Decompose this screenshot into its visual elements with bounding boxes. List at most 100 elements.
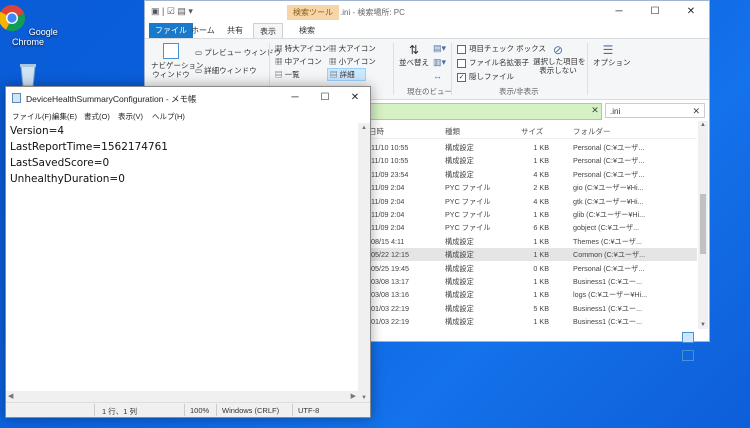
- file-date: /01/03 22:19: [369, 317, 409, 327]
- close-button[interactable]: ✕: [340, 87, 370, 109]
- column-date[interactable]: 日時: [369, 126, 384, 137]
- maximize-button[interactable]: ☐: [310, 87, 340, 109]
- scroll-right-icon[interactable]: ▶: [351, 392, 356, 400]
- checkbox[interactable]: [457, 58, 466, 68]
- file-row[interactable]: /11/10 10:55 構成設定 1 KB Personal (C:¥ユーザ...: [367, 141, 697, 154]
- scrollbar-thumb[interactable]: [700, 194, 706, 254]
- quick-access-toolbar[interactable]: ▣ | ☑ ▤ ▾: [151, 6, 193, 17]
- tab-home[interactable]: ホーム: [185, 23, 221, 38]
- file-row[interactable]: /01/03 22:19 構成設定 5 KB Business1 (C:¥ユー...: [367, 302, 697, 315]
- column-folder[interactable]: フォルダー: [573, 126, 611, 137]
- layout-list-label: 一覧: [284, 70, 300, 79]
- file-date: /11/09 2:04: [369, 210, 405, 219]
- close-button[interactable]: ✕: [673, 1, 709, 23]
- tab-view[interactable]: 表示: [253, 23, 283, 39]
- minimize-button[interactable]: ─: [601, 1, 637, 23]
- sort-icon: ⇅: [408, 43, 420, 57]
- address-bar[interactable]: [367, 103, 602, 120]
- layout-extra-large[interactable]: ▦ 特大アイコン: [275, 43, 329, 54]
- checkbox-checked[interactable]: ✓: [457, 72, 466, 82]
- file-extensions-toggle[interactable]: ファイル名拡張子: [457, 57, 529, 68]
- status-position: 1 行、1 列: [102, 407, 138, 416]
- scroll-left-icon[interactable]: ◀: [8, 392, 13, 400]
- file-row[interactable]: /01/03 22:19 構成設定 1 KB Business1 (C:¥ユー...: [367, 315, 697, 328]
- file-row[interactable]: /05/22 12:15 構成設定 1 KB Common (C:¥ユーザ...: [367, 248, 697, 262]
- file-row[interactable]: /03/08 13:17 構成設定 1 KB Business1 (C:¥ユー...: [367, 275, 697, 288]
- tab-share[interactable]: 共有: [221, 23, 249, 38]
- notepad-vertical-scrollbar[interactable]: ▲ ▼: [358, 123, 370, 403]
- sort-button[interactable]: ⇅ 並べ替え: [399, 43, 429, 68]
- menu-view[interactable]: 表示(V): [118, 111, 143, 122]
- hide-selected-button[interactable]: ⊘ 選択した項目を 表示しない: [533, 43, 586, 75]
- menu-format[interactable]: 書式(O): [84, 111, 110, 122]
- file-date: /05/25 19:45: [369, 263, 409, 273]
- large-icons-view-icon[interactable]: [682, 350, 694, 361]
- clear-address-icon[interactable]: ✕: [589, 103, 601, 118]
- file-type: PYC ファイル: [445, 210, 491, 219]
- file-type: 構成設定: [445, 250, 474, 260]
- layout-list[interactable]: ▤ 一覧: [275, 69, 300, 80]
- file-row[interactable]: /05/25 19:45 構成設定 0 KB Personal (C:¥ユーザ...: [367, 262, 697, 275]
- layout-large[interactable]: ▦ 大アイコン: [329, 43, 376, 54]
- view-toggle: [680, 330, 709, 366]
- scroll-down-icon[interactable]: ▼: [358, 395, 370, 401]
- details-view-icon[interactable]: [682, 332, 694, 343]
- file-type: 構成設定: [445, 290, 474, 300]
- file-type: 構成設定: [445, 263, 474, 273]
- status-divider: [292, 404, 293, 416]
- recycle-bin-icon: [20, 64, 36, 87]
- notepad-text-area[interactable]: Version=4 LastReportTime=1562174761 Last…: [10, 123, 355, 403]
- group-by-button[interactable]: ▤▾: [433, 43, 446, 54]
- file-type: PYC ファイル: [445, 183, 491, 193]
- file-row[interactable]: /11/09 2:04 PYC ファイル 4 KB gtk (C:¥ユーザー¥Hi..…: [367, 195, 697, 208]
- add-columns-button[interactable]: ▥▾: [433, 57, 446, 68]
- file-folder: Business1 (C:¥ユー...: [573, 317, 643, 327]
- scroll-up-icon[interactable]: ▲: [698, 122, 708, 128]
- minimize-button[interactable]: ─: [280, 87, 310, 109]
- file-type: 構成設定: [445, 317, 474, 327]
- size-columns-button[interactable]: ↔: [433, 71, 442, 81]
- text-line: UnhealthyDuration=0: [10, 173, 125, 185]
- column-type[interactable]: 種類: [445, 126, 460, 137]
- layout-details[interactable]: ▤ 詳細: [327, 68, 366, 81]
- options-button[interactable]: ☰ オプション: [593, 43, 631, 68]
- menu-edit[interactable]: 編集(E): [52, 111, 77, 122]
- file-list-scrollbar[interactable]: ▲ ▼: [698, 121, 708, 329]
- details-pane-label: 詳細ウィンドウ: [204, 66, 257, 75]
- menu-help[interactable]: ヘルプ(H): [152, 111, 185, 122]
- file-folder: Themes (C:¥ユーザ...: [573, 236, 642, 246]
- checkbox[interactable]: [457, 44, 466, 54]
- file-size: 4 KB: [533, 196, 549, 206]
- layout-small[interactable]: ▦ 小アイコン: [329, 56, 376, 67]
- file-row[interactable]: /11/09 23:54 構成設定 4 KB Personal (C:¥ユーザ...: [367, 168, 697, 181]
- search-value: .ini: [610, 107, 621, 116]
- scroll-up-icon[interactable]: ▲: [358, 125, 370, 131]
- search-input[interactable]: .ini ✕: [605, 103, 705, 118]
- file-row[interactable]: /03/08 13:16 構成設定 1 KB logs (C:¥ユーザー¥Hi...: [367, 288, 697, 301]
- file-row[interactable]: /11/09 2:04 PYC ファイル 2 KB gio (C:¥ユーザー¥Hi..…: [367, 181, 697, 194]
- file-row[interactable]: /11/10 10:55 構成設定 1 KB Personal (C:¥ユーザ...: [367, 154, 697, 167]
- layout-details-label: 詳細: [339, 70, 355, 79]
- file-list-header: 日時 種類 サイズ フォルダー: [367, 122, 697, 139]
- scroll-down-icon[interactable]: ▼: [698, 322, 708, 328]
- navigation-pane-icon: [163, 43, 179, 59]
- column-size[interactable]: サイズ: [521, 126, 543, 137]
- file-size: 1 KB: [533, 143, 549, 152]
- clear-search-icon[interactable]: ✕: [692, 104, 700, 119]
- layout-medium[interactable]: ▦ 中アイコン: [275, 56, 322, 67]
- file-row[interactable]: /11/09 2:04 PYC ファイル 1 KB glib (C:¥ユーザー¥Hi.…: [367, 208, 697, 221]
- file-date: /08/15 4:11: [369, 236, 405, 246]
- navigation-pane-button[interactable]: ナビゲーション ウィンドウ: [151, 43, 203, 79]
- details-pane-button[interactable]: ▭ 詳細ウィンドウ: [195, 65, 257, 76]
- file-row[interactable]: /08/15 4:11 構成設定 1 KB Themes (C:¥ユーザ...: [367, 235, 697, 248]
- file-type: 構成設定: [445, 277, 474, 286]
- file-type: 構成設定: [445, 236, 474, 246]
- tab-search[interactable]: 検索: [293, 23, 321, 38]
- file-date: /11/09 2:04: [369, 183, 405, 193]
- file-folder: Personal (C:¥ユーザ...: [573, 143, 645, 152]
- menu-file[interactable]: ファイル(F): [12, 111, 52, 122]
- maximize-button[interactable]: ☐: [637, 1, 673, 23]
- google-chrome-desktop-icon[interactable]: Google Chrome: [0, 4, 58, 47]
- hidden-items-toggle[interactable]: ✓ 隠しファイル: [457, 71, 514, 82]
- file-row[interactable]: /11/09 2:04 PYC ファイル 6 KB gobject (C:¥ユーザ..…: [367, 221, 697, 234]
